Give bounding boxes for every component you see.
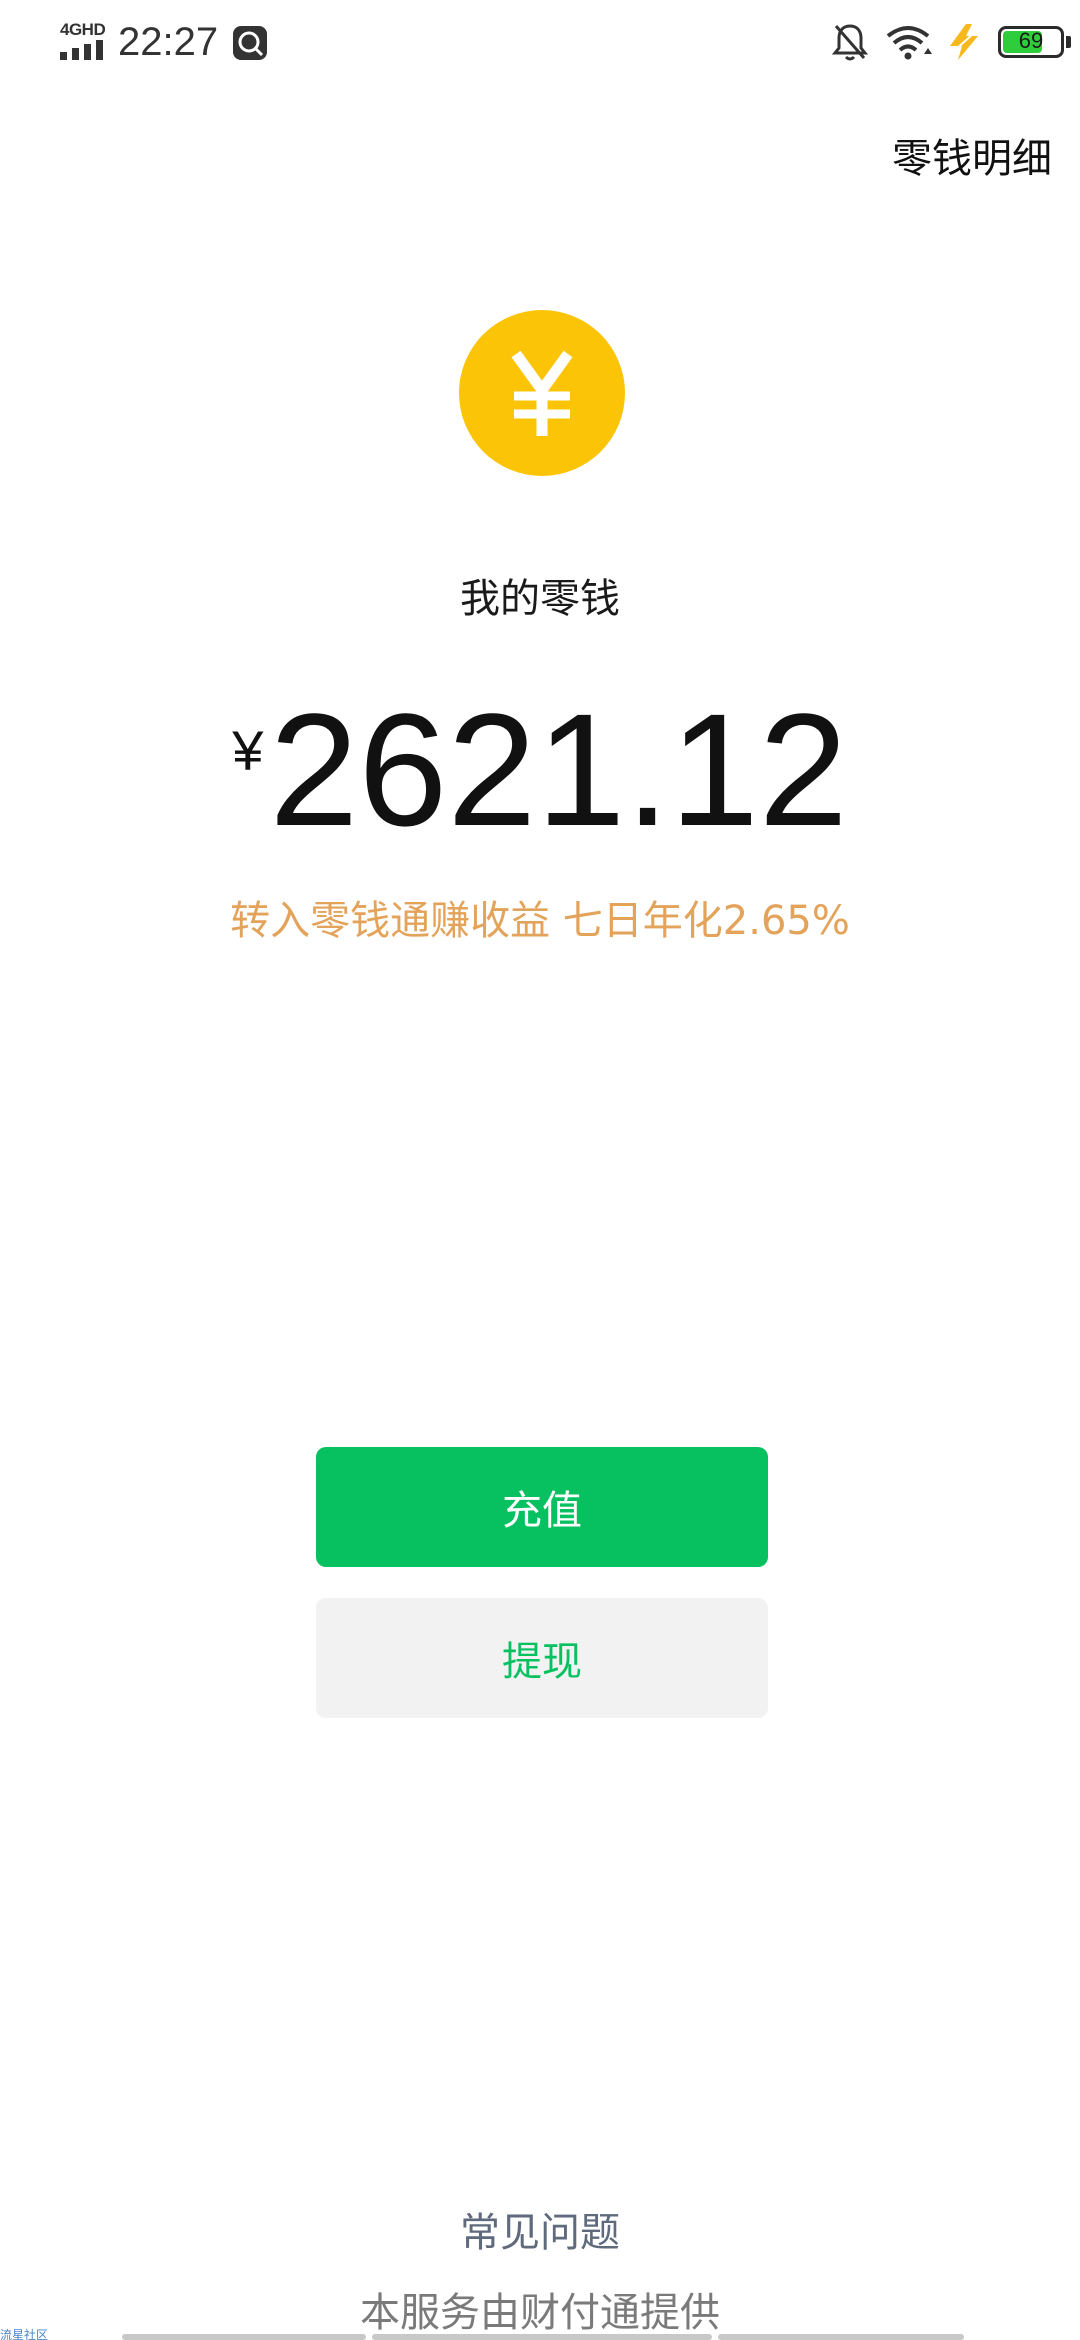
top-up-button[interactable]: 充值	[316, 1447, 768, 1567]
balance-title: 我的零钱	[460, 576, 620, 622]
wifi-icon	[886, 26, 932, 60]
nav-bar-segment	[122, 2334, 366, 2340]
battery-tip	[1066, 36, 1071, 48]
withdraw-button[interactable]: 提现	[316, 1598, 768, 1718]
clock: 22:27	[118, 20, 219, 64]
battery-icon: 69	[998, 26, 1064, 58]
network-type-label: 4GHD	[60, 20, 106, 39]
app-notification-icon	[233, 26, 267, 60]
status-bar: 4GHD 22:27 69	[0, 0, 1080, 84]
balance-amount: ¥2621.12	[0, 690, 1080, 850]
battery-level: 69	[1018, 28, 1044, 53]
wallet-balance-page: 4GHD 22:27 69 零钱明细 我的零钱 ¥2621.12 转入零钱通赚收…	[0, 0, 1080, 2340]
nav-bar-segment	[372, 2334, 712, 2340]
balance-details-link[interactable]: 零钱明细	[892, 126, 1052, 184]
provider-note: 本服务由财付通提供	[360, 2290, 720, 2336]
charging-icon	[945, 24, 983, 60]
currency-symbol: ¥	[232, 719, 264, 782]
faq-link[interactable]: 常见问题	[0, 2200, 1080, 2258]
signal-bars	[60, 40, 103, 60]
yuan-symbol-icon	[511, 350, 573, 436]
yield-promo-link[interactable]: 转入零钱通赚收益 七日年化2.65%	[0, 888, 1080, 946]
watermark: 流星社区	[0, 2328, 49, 2340]
mute-icon	[831, 24, 869, 61]
nav-bar-segment	[718, 2334, 964, 2340]
yuan-coin-icon	[459, 310, 625, 476]
signal-icon: 4GHD	[60, 20, 108, 60]
balance-value: 2621.12	[269, 680, 848, 859]
